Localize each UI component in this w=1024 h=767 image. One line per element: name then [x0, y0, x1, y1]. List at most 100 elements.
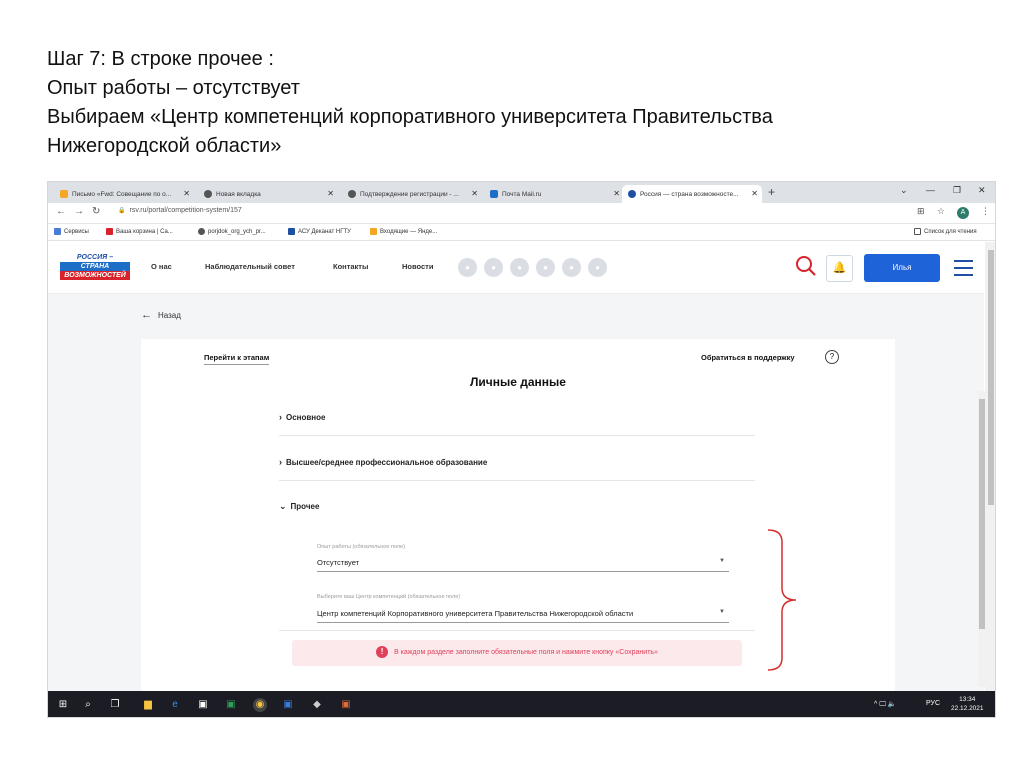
clock[interactable]: 13:34 22.12.2021	[951, 695, 984, 713]
windows-start-icon[interactable]: ⊞	[56, 698, 70, 712]
bookmarks-bar: Сервисы Ваша корзина | Са... porjdok_org…	[48, 224, 995, 241]
bookmark-label: Сервисы	[64, 228, 89, 235]
hamburger-menu-icon[interactable]	[954, 260, 973, 281]
page-title: Личные данные	[470, 375, 566, 389]
close-icon[interactable]: ✕	[613, 189, 620, 198]
section-education[interactable]: › Высшее/среднее профессиональное образов…	[279, 457, 755, 467]
powerpoint-icon[interactable]: ▣	[339, 698, 353, 712]
section-label: Основное	[286, 413, 326, 422]
bookmark-cart[interactable]: Ваша корзина | Са...	[106, 228, 173, 235]
highlight-bracket	[767, 529, 797, 671]
nav-about[interactable]: О нас	[151, 262, 172, 271]
close-window-icon[interactable]: ✕	[978, 185, 986, 196]
center-value: Центр компетенций Корпоративного универс…	[317, 609, 634, 618]
mail-icon	[60, 190, 68, 198]
chrome-icon	[348, 190, 356, 198]
chevron-down-icon[interactable]: ⌄	[900, 185, 908, 196]
reload-icon[interactable]: ↻	[92, 206, 100, 217]
close-icon[interactable]: ✕	[751, 189, 758, 198]
edge-icon[interactable]: e	[168, 698, 182, 712]
bookmark-asu[interactable]: АСУ Деканат НГТУ	[288, 228, 351, 235]
vk-icon[interactable]: ●	[458, 258, 477, 277]
store-icon[interactable]: ▣	[196, 698, 210, 712]
reading-list[interactable]: Список для чтения	[914, 228, 977, 235]
tab-mail[interactable]: Письмо «Fwd: Совещание по о... ✕	[54, 185, 194, 203]
browser-screenshot: Письмо «Fwd: Совещание по о... ✕ Новая в…	[47, 181, 996, 718]
tab-new[interactable]: Новая вкладка ✕	[198, 185, 338, 203]
task-view-icon[interactable]: ❐	[108, 698, 122, 712]
search-icon[interactable]	[794, 254, 818, 278]
forward-arrow-icon[interactable]: →	[74, 206, 84, 217]
bookmark-inbox[interactable]: Входящие — Янде...	[370, 228, 437, 235]
folder-icon[interactable]: ▆	[141, 698, 155, 712]
maximize-icon[interactable]: ❐	[953, 185, 961, 196]
tab-registration[interactable]: Подтверждение регистрации - ... ✕	[342, 185, 482, 203]
chevron-down-icon: ⌄	[279, 501, 287, 511]
translate-icon[interactable]: ⊞	[917, 206, 925, 217]
section-basic[interactable]: › Основное	[279, 412, 755, 422]
site-icon	[628, 190, 636, 198]
back-link[interactable]: ← Назад	[141, 309, 181, 321]
user-button[interactable]: Илья	[864, 254, 940, 282]
telegram-icon[interactable]: ●	[562, 258, 581, 277]
competence-center-select[interactable]: Центр компетенций Корпоративного универс…	[317, 609, 729, 623]
experience-label: Опыт работы (обязательное поле)	[317, 544, 405, 550]
app-icon[interactable]: ▣	[281, 698, 295, 712]
profile-avatar[interactable]: A	[957, 207, 969, 219]
search-icon[interactable]: ⌕	[81, 698, 95, 712]
experience-select[interactable]: Отсутствует ▼	[317, 558, 729, 572]
chevron-right-icon: ›	[279, 457, 282, 467]
back-arrow-icon[interactable]: ←	[56, 206, 66, 217]
language-indicator[interactable]: РУС	[926, 700, 940, 707]
nav-contacts[interactable]: Контакты	[333, 262, 368, 271]
bell-icon[interactable]: 🔔	[826, 255, 853, 282]
tray-icons[interactable]: ^ 🖵 🔈	[874, 700, 897, 709]
star-icon[interactable]: ☆	[937, 206, 945, 217]
clock-time: 13:34	[959, 696, 976, 703]
nav-news[interactable]: Новости	[402, 262, 433, 271]
url-field[interactable]: 🔒 rsv.ru/portal/competition-system/157	[118, 207, 242, 214]
chevron-right-icon: ›	[279, 412, 282, 422]
facebook-icon[interactable]: ●	[536, 258, 555, 277]
close-icon[interactable]: ✕	[183, 189, 190, 198]
tab-label: Почта Mail.ru	[502, 190, 542, 198]
tab-rsv[interactable]: Россия — страна возможносте... ✕	[622, 185, 762, 203]
tab-mailru[interactable]: Почта Mail.ru ✕	[484, 185, 624, 203]
support-link[interactable]: Обратиться в поддержку	[701, 353, 795, 362]
logo-line-2: СТРАНА	[60, 262, 130, 271]
slide-line-4: Нижегородской области»	[47, 135, 282, 157]
tab-label: Письмо «Fwd: Совещание по о...	[72, 190, 172, 198]
help-icon[interactable]: ?	[825, 350, 839, 364]
section-label: Высшее/среднее профессиональное образова…	[286, 458, 488, 467]
close-icon[interactable]: ✕	[471, 189, 478, 198]
lock-icon: 🔒	[118, 208, 126, 214]
dropdown-arrow-icon: ▼	[719, 558, 725, 564]
app-icon[interactable]: ◆	[310, 698, 324, 712]
scroll-thumb[interactable]	[988, 250, 994, 505]
reading-list-icon	[914, 228, 921, 235]
instagram-icon[interactable]: ●	[510, 258, 529, 277]
minimize-icon[interactable]: —	[926, 185, 935, 195]
page-scrollbar[interactable]	[985, 242, 995, 694]
chrome-icon[interactable]: ◉	[253, 698, 267, 712]
menu-dots-icon[interactable]: ⋮	[981, 206, 990, 217]
windows-taskbar: ⊞ ⌕ ❐ ▆ e ▣ ▣ ◉ ▣ ◆ ▣ ^ 🖵 🔈 РУС 13:34 22…	[48, 691, 995, 717]
ok-icon[interactable]: ●	[484, 258, 503, 277]
slide-line-1: Шаг 7: В строке прочее :	[47, 48, 274, 70]
close-icon[interactable]: ✕	[327, 189, 334, 198]
go-to-stages-link[interactable]: Перейти к этапам	[204, 353, 270, 365]
nav-board[interactable]: Наблюдательный совет	[205, 262, 295, 271]
excel-icon[interactable]: ▣	[224, 698, 238, 712]
reading-list-label: Список для чтения	[924, 228, 977, 235]
youtube-icon[interactable]: ●	[588, 258, 607, 277]
bookmark-label: Входящие — Янде...	[380, 228, 438, 235]
apps-icon	[54, 228, 61, 235]
chrome-icon	[204, 190, 212, 198]
slide-line-2: Опыт работы – отсутствует	[47, 77, 300, 99]
error-icon: !	[376, 646, 389, 658]
site-logo[interactable]: РОССИЯ – СТРАНА ВОЗМОЖНОСТЕЙ	[60, 253, 130, 281]
section-other[interactable]: ⌄ Прочее	[279, 501, 755, 512]
new-tab-button[interactable]: +	[768, 185, 775, 199]
bookmark-porjdok[interactable]: porjdok_org_ych_pr...	[198, 228, 266, 235]
bookmark-services[interactable]: Сервисы	[54, 228, 89, 235]
